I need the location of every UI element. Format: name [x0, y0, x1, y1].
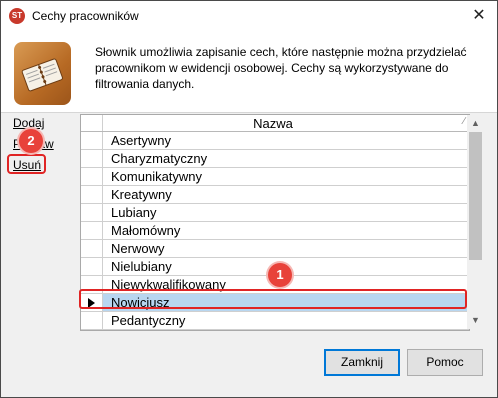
window-title: Cechy pracowników: [32, 9, 139, 23]
table-row[interactable]: Pedantyczny: [81, 312, 469, 330]
selected-row-highlight: [79, 289, 467, 309]
column-header-name[interactable]: Nazwa: [103, 116, 443, 131]
row-label: Asertywny: [111, 133, 171, 148]
scroll-up-arrow-icon[interactable]: ▲: [467, 115, 484, 132]
table-row[interactable]: Nerwowy: [81, 240, 469, 258]
row-label: Komunikatywny: [111, 169, 203, 184]
title-bar[interactable]: ST Cechy pracowników ✕: [1, 1, 497, 32]
row-indicator: [81, 168, 103, 185]
table-row[interactable]: Charyzmatyczny: [81, 150, 469, 168]
add-link[interactable]: Dodaj: [13, 116, 44, 130]
delete-link-highlight: [7, 154, 46, 174]
row-label: Nerwowy: [111, 241, 165, 256]
row-indicator: [81, 204, 103, 221]
row-label: Pedantyczny: [111, 313, 186, 328]
row-label: Małomówny: [111, 223, 181, 238]
grid-header: Nazwa ∕: [81, 115, 469, 132]
row-indicator: [81, 240, 103, 257]
row-indicator: [81, 150, 103, 167]
close-icon[interactable]: ✕: [469, 6, 489, 26]
row-label: Charyzmatyczny: [111, 151, 208, 166]
table-row[interactable]: Asertywny: [81, 132, 469, 150]
close-button[interactable]: Zamknij: [324, 349, 400, 376]
dialog-window: ST Cechy pracowników ✕ Słownik umożliwia…: [0, 0, 498, 398]
row-label: Lubiany: [111, 205, 157, 220]
table-row[interactable]: Komunikatywny: [81, 168, 469, 186]
table-row[interactable]: Lubiany: [81, 204, 469, 222]
row-indicator: [81, 132, 103, 149]
row-indicator: [81, 258, 103, 275]
sort-icon: ∕: [463, 116, 465, 127]
scroll-down-arrow-icon[interactable]: ▼: [467, 312, 484, 329]
scroll-thumb[interactable]: [469, 132, 482, 260]
header-divider: [1, 112, 497, 113]
table-row[interactable]: Małomówny: [81, 222, 469, 240]
table-row[interactable]: Kreatywny: [81, 186, 469, 204]
book-icon: [14, 42, 71, 105]
help-button[interactable]: Pomoc: [407, 349, 483, 376]
dialog-description: Słownik umożliwia zapisanie cech, które …: [95, 45, 467, 91]
row-label: Nielubiany: [111, 259, 172, 274]
annotation-badge-1: 1: [268, 263, 292, 287]
annotation-badge-2: 2: [19, 129, 43, 153]
row-indicator: [81, 222, 103, 239]
row-indicator-header: [81, 115, 103, 131]
app-logo-icon: ST: [9, 8, 25, 24]
row-indicator: [81, 186, 103, 203]
row-label: Kreatywny: [111, 187, 172, 202]
row-indicator: [81, 312, 103, 329]
grid-scrollbar[interactable]: ▲ ▼: [467, 115, 484, 329]
